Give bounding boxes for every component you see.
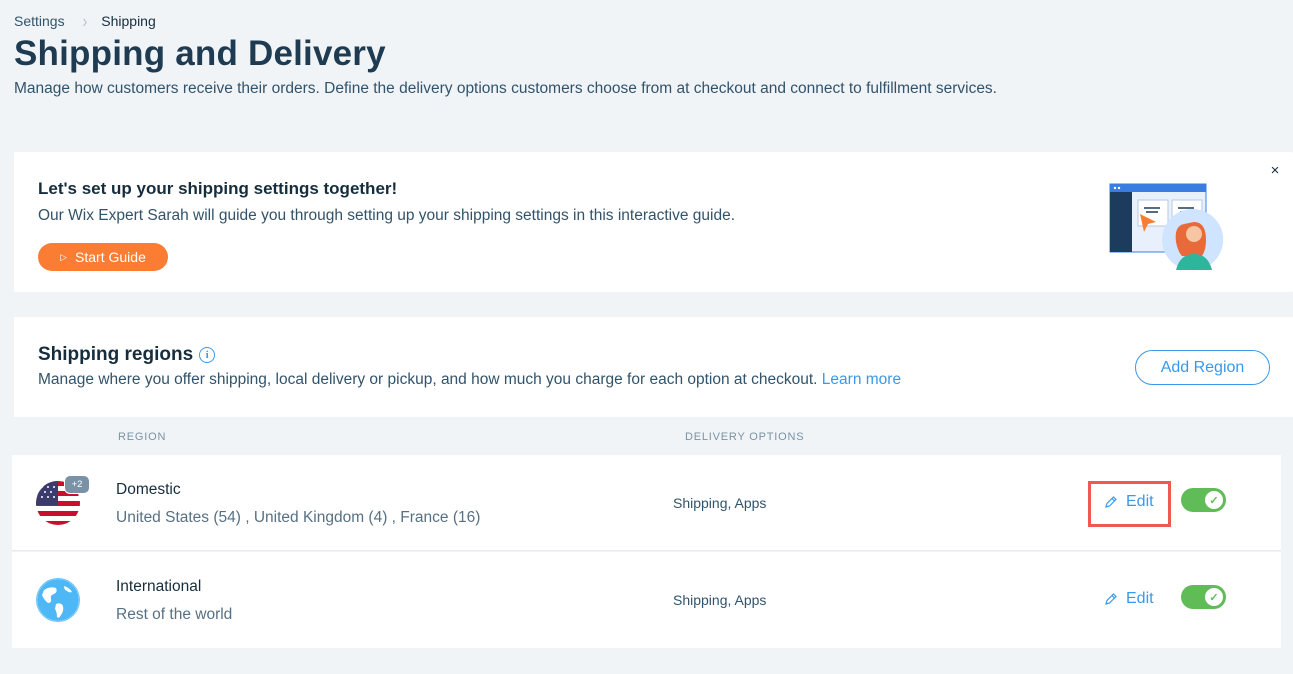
start-guide-button[interactable]: ▷ Start Guide bbox=[38, 243, 168, 271]
page-title: Shipping and Delivery bbox=[14, 34, 386, 74]
more-countries-badge: +2 bbox=[64, 475, 90, 494]
regions-title-text: Shipping regions bbox=[38, 344, 193, 366]
breadcrumb-settings-link[interactable]: Settings bbox=[14, 13, 65, 29]
edit-label: Edit bbox=[1126, 590, 1154, 608]
region-enabled-toggle[interactable]: ✓ bbox=[1181, 488, 1226, 512]
regions-table-header: REGION DELIVERY OPTIONS bbox=[14, 417, 1293, 455]
edit-button[interactable]: Edit bbox=[1104, 590, 1154, 608]
globe-icon bbox=[36, 578, 80, 622]
delivery-options: Shipping, Apps bbox=[673, 495, 766, 511]
breadcrumb-current: Shipping bbox=[101, 13, 156, 29]
banner-text: Our Wix Expert Sarah will guide you thro… bbox=[38, 207, 735, 225]
region-countries: United States (54) , United Kingdom (4) … bbox=[116, 509, 480, 527]
start-guide-label: Start Guide bbox=[75, 249, 146, 265]
page-subtitle: Manage how customers receive their order… bbox=[14, 80, 997, 98]
pencil-icon bbox=[1104, 592, 1118, 606]
breadcrumb: Settings › Shipping bbox=[14, 13, 156, 29]
guide-banner: Let's set up your shipping settings toge… bbox=[14, 152, 1293, 292]
shipping-regions-card: Shipping regions i Manage where you offe… bbox=[14, 317, 1293, 417]
region-countries: Rest of the world bbox=[116, 606, 232, 624]
table-row[interactable]: +2 Domestic United States (54) , United … bbox=[12, 455, 1281, 551]
regions-title: Shipping regions i bbox=[38, 344, 215, 366]
info-icon[interactable]: i bbox=[199, 347, 215, 363]
close-icon[interactable]: × bbox=[1267, 162, 1283, 178]
table-row[interactable]: International Rest of the world Shipping… bbox=[12, 552, 1281, 648]
regions-description: Manage where you offer shipping, local d… bbox=[38, 371, 901, 389]
learn-more-link[interactable]: Learn more bbox=[822, 371, 901, 388]
pencil-icon bbox=[1104, 495, 1118, 509]
edit-label: Edit bbox=[1126, 493, 1154, 511]
delivery-options: Shipping, Apps bbox=[673, 592, 766, 608]
checkmark-icon: ✓ bbox=[1205, 491, 1223, 509]
region-name: International bbox=[116, 578, 201, 596]
region-name: Domestic bbox=[116, 481, 181, 499]
chevron-right-icon: › bbox=[83, 11, 88, 32]
regions-description-text: Manage where you offer shipping, local d… bbox=[38, 371, 817, 388]
checkmark-icon: ✓ bbox=[1205, 588, 1223, 606]
expert-guide-illustration-icon bbox=[1108, 182, 1228, 274]
column-header-delivery: DELIVERY OPTIONS bbox=[685, 431, 804, 443]
add-region-button[interactable]: Add Region bbox=[1135, 350, 1270, 385]
region-enabled-toggle[interactable]: ✓ bbox=[1181, 585, 1226, 609]
column-header-region: REGION bbox=[118, 431, 166, 443]
play-icon: ▷ bbox=[60, 252, 67, 263]
banner-title: Let's set up your shipping settings toge… bbox=[38, 179, 397, 199]
edit-button[interactable]: Edit bbox=[1104, 493, 1154, 511]
